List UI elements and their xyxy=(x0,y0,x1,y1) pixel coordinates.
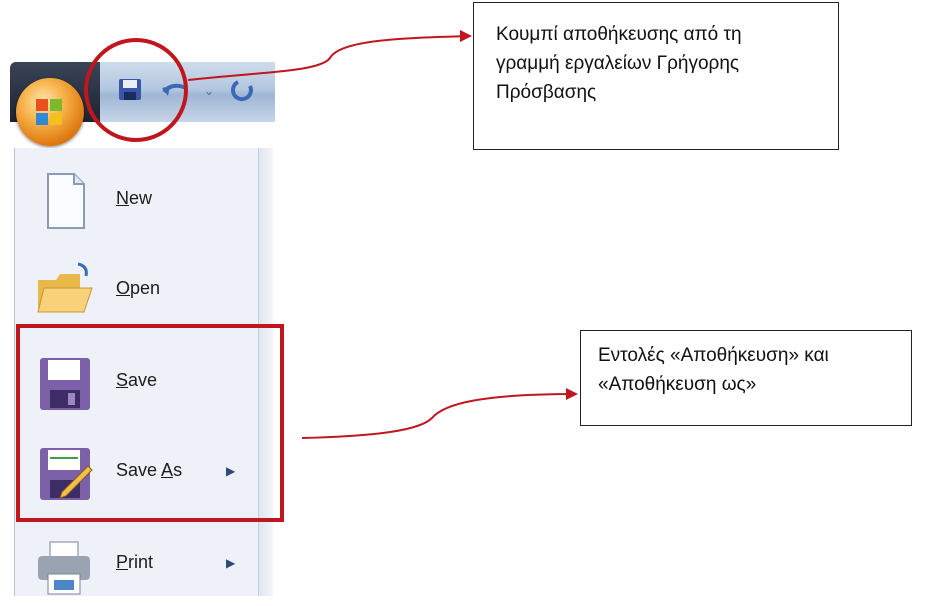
callout-line: γραμμή εργαλείων Γρήγορης xyxy=(496,53,740,74)
callout-line: Πρόσβασης xyxy=(496,82,597,103)
callout-line: Κουμπί αποθήκευσης από τη xyxy=(496,24,742,45)
save-commands-callout: Εντολές «Αποθήκευση» και «Αποθήκευση ως» xyxy=(580,330,912,426)
qat-callout: Κουμπί αποθήκευσης από τη γραμμή εργαλεί… xyxy=(473,2,839,150)
callout-line: «Αποθήκευση ως» xyxy=(598,374,757,395)
arrow-to-save-callout xyxy=(301,393,577,439)
arrow-to-qat-callout xyxy=(187,35,471,81)
arrowhead-icon xyxy=(460,30,472,42)
callout-line: Εντολές «Αποθήκευση» και xyxy=(598,345,829,366)
arrowhead-icon xyxy=(566,388,578,400)
